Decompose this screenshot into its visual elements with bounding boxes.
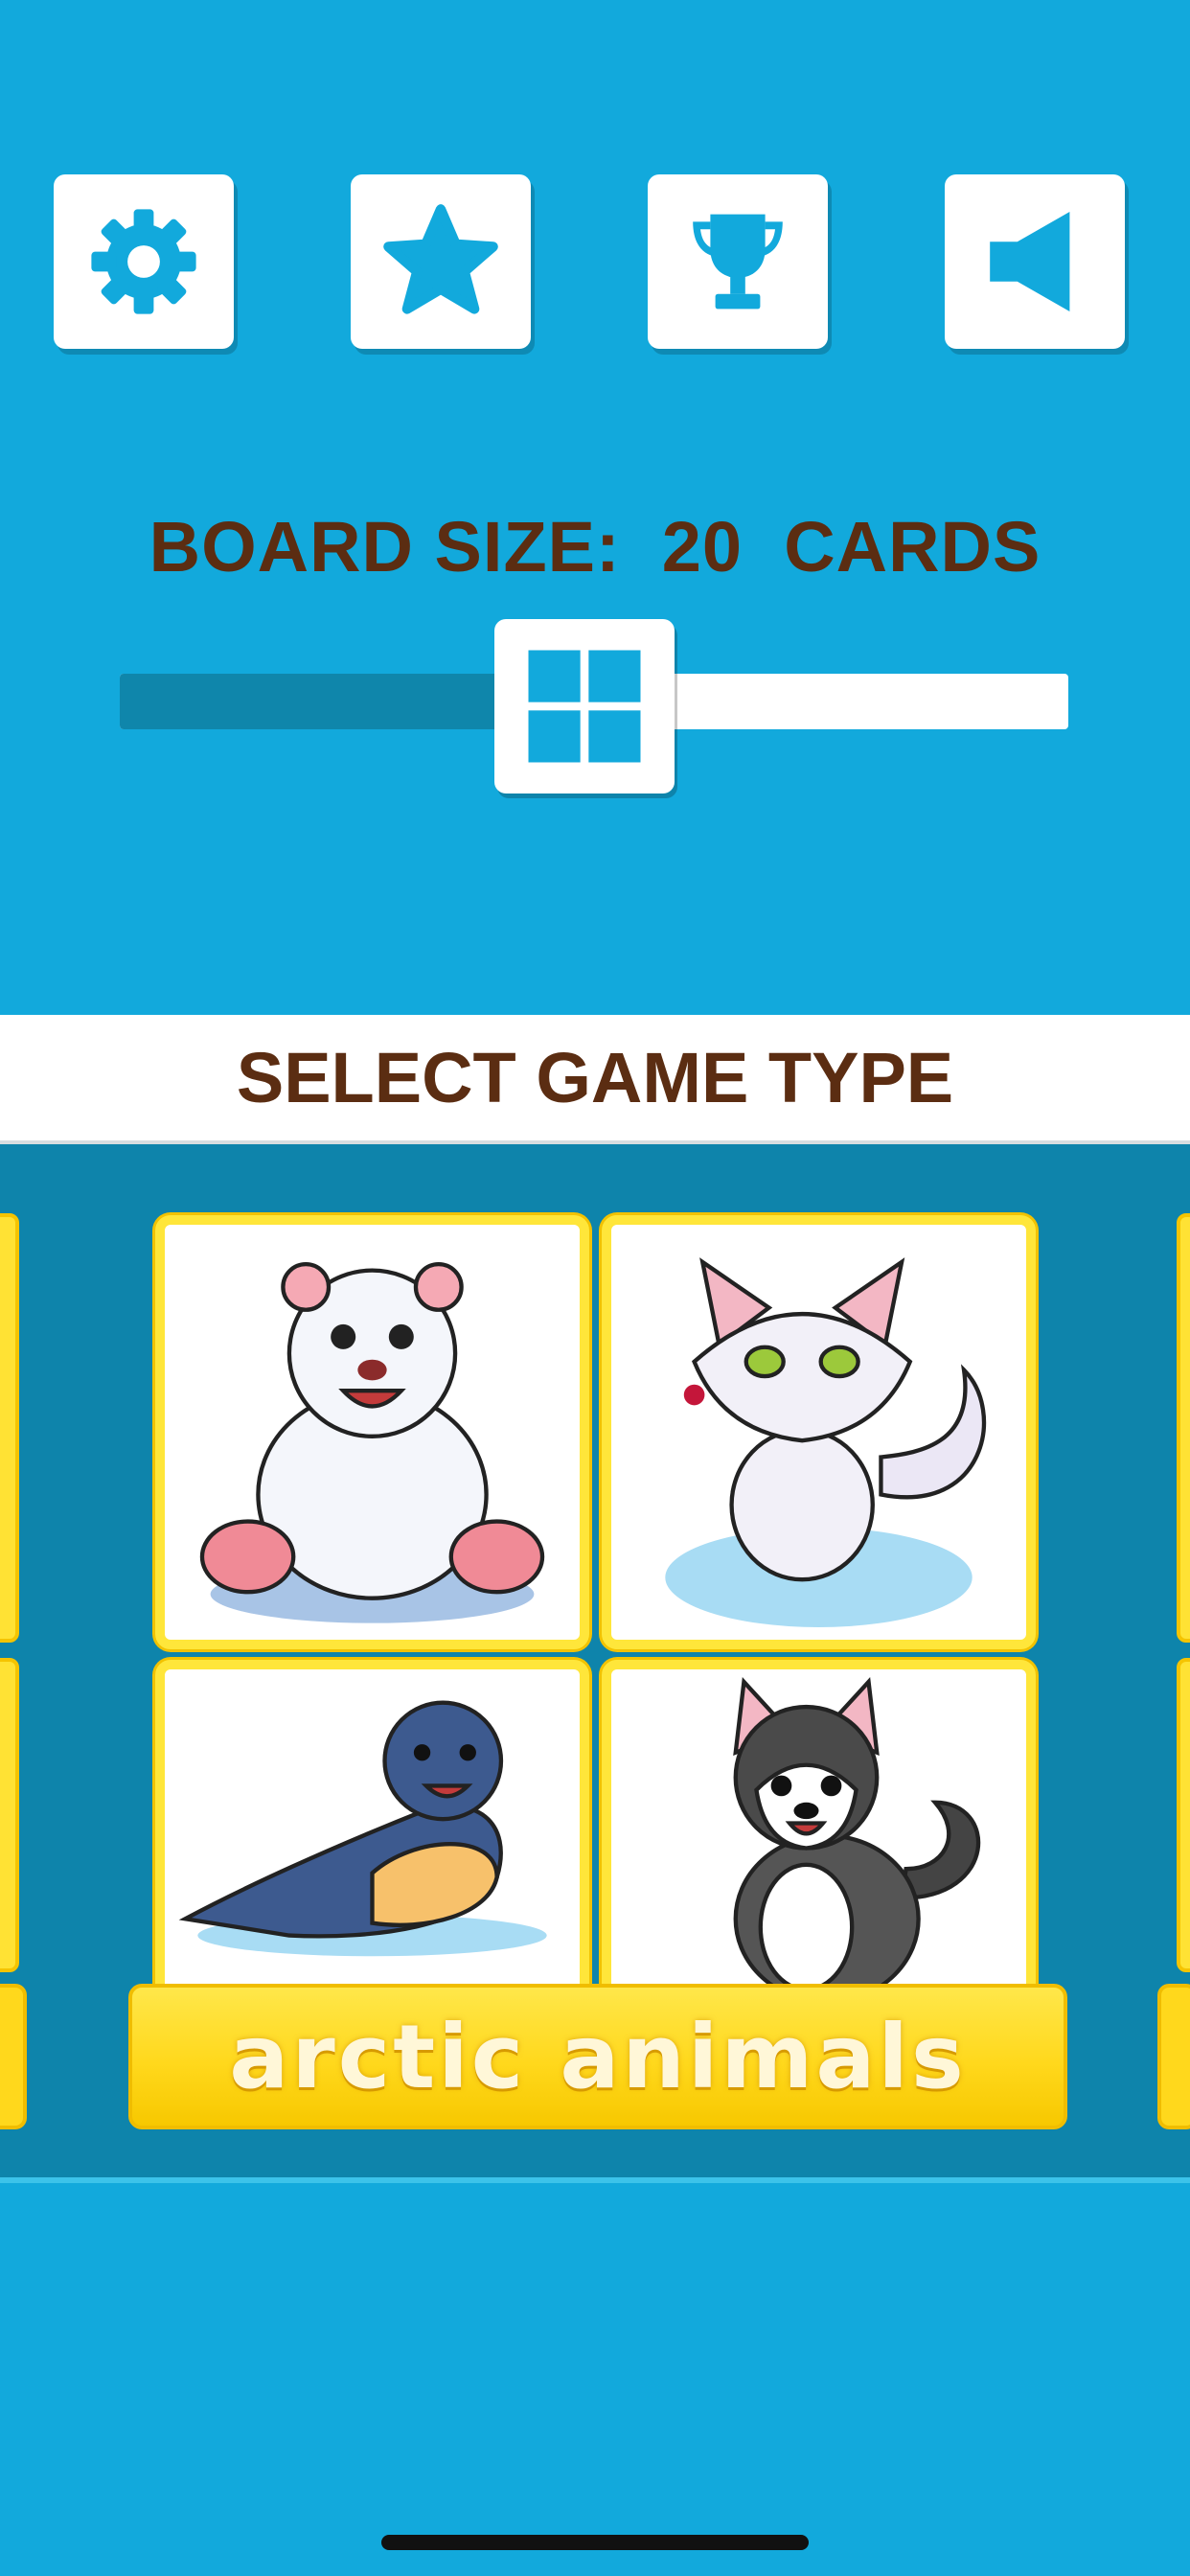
category-label[interactable]: arctic animals xyxy=(128,1984,1067,2129)
sound-button[interactable] xyxy=(945,174,1125,349)
next-category-peek[interactable] xyxy=(1177,1658,1190,1972)
card-arctic-fox[interactable] xyxy=(602,1215,1036,1649)
home-indicator[interactable] xyxy=(381,2535,809,2550)
polar-bear-icon xyxy=(199,1261,545,1623)
achievements-button[interactable] xyxy=(648,174,828,349)
card-seal[interactable] xyxy=(155,1660,589,2024)
speaker-icon xyxy=(990,212,1070,311)
previous-category-peek[interactable] xyxy=(0,1658,19,1972)
previous-category-banner[interactable] xyxy=(0,1984,27,2129)
select-game-type-header: SELECT GAME TYPE xyxy=(0,1015,1190,1144)
slider-thumb[interactable] xyxy=(494,619,675,794)
gear-icon xyxy=(91,209,196,314)
next-category-banner[interactable] xyxy=(1157,1984,1190,2129)
card-husky[interactable] xyxy=(602,1660,1036,2024)
trophy-icon xyxy=(693,214,783,310)
next-category-peek[interactable] xyxy=(1177,1213,1190,1643)
carousel-divider xyxy=(0,2177,1190,2183)
seal-icon xyxy=(178,1700,547,1957)
grid-icon xyxy=(528,650,641,763)
previous-category-peek[interactable] xyxy=(0,1213,19,1643)
card-polar-bear[interactable] xyxy=(155,1215,589,1649)
settings-button[interactable] xyxy=(54,174,234,349)
board-size-label: BOARD SIZE: 20 CARDS xyxy=(149,507,1041,586)
star-icon xyxy=(383,204,498,314)
arctic-fox-icon xyxy=(665,1257,987,1628)
favorites-button[interactable] xyxy=(351,174,531,349)
husky-icon xyxy=(733,1677,981,2005)
